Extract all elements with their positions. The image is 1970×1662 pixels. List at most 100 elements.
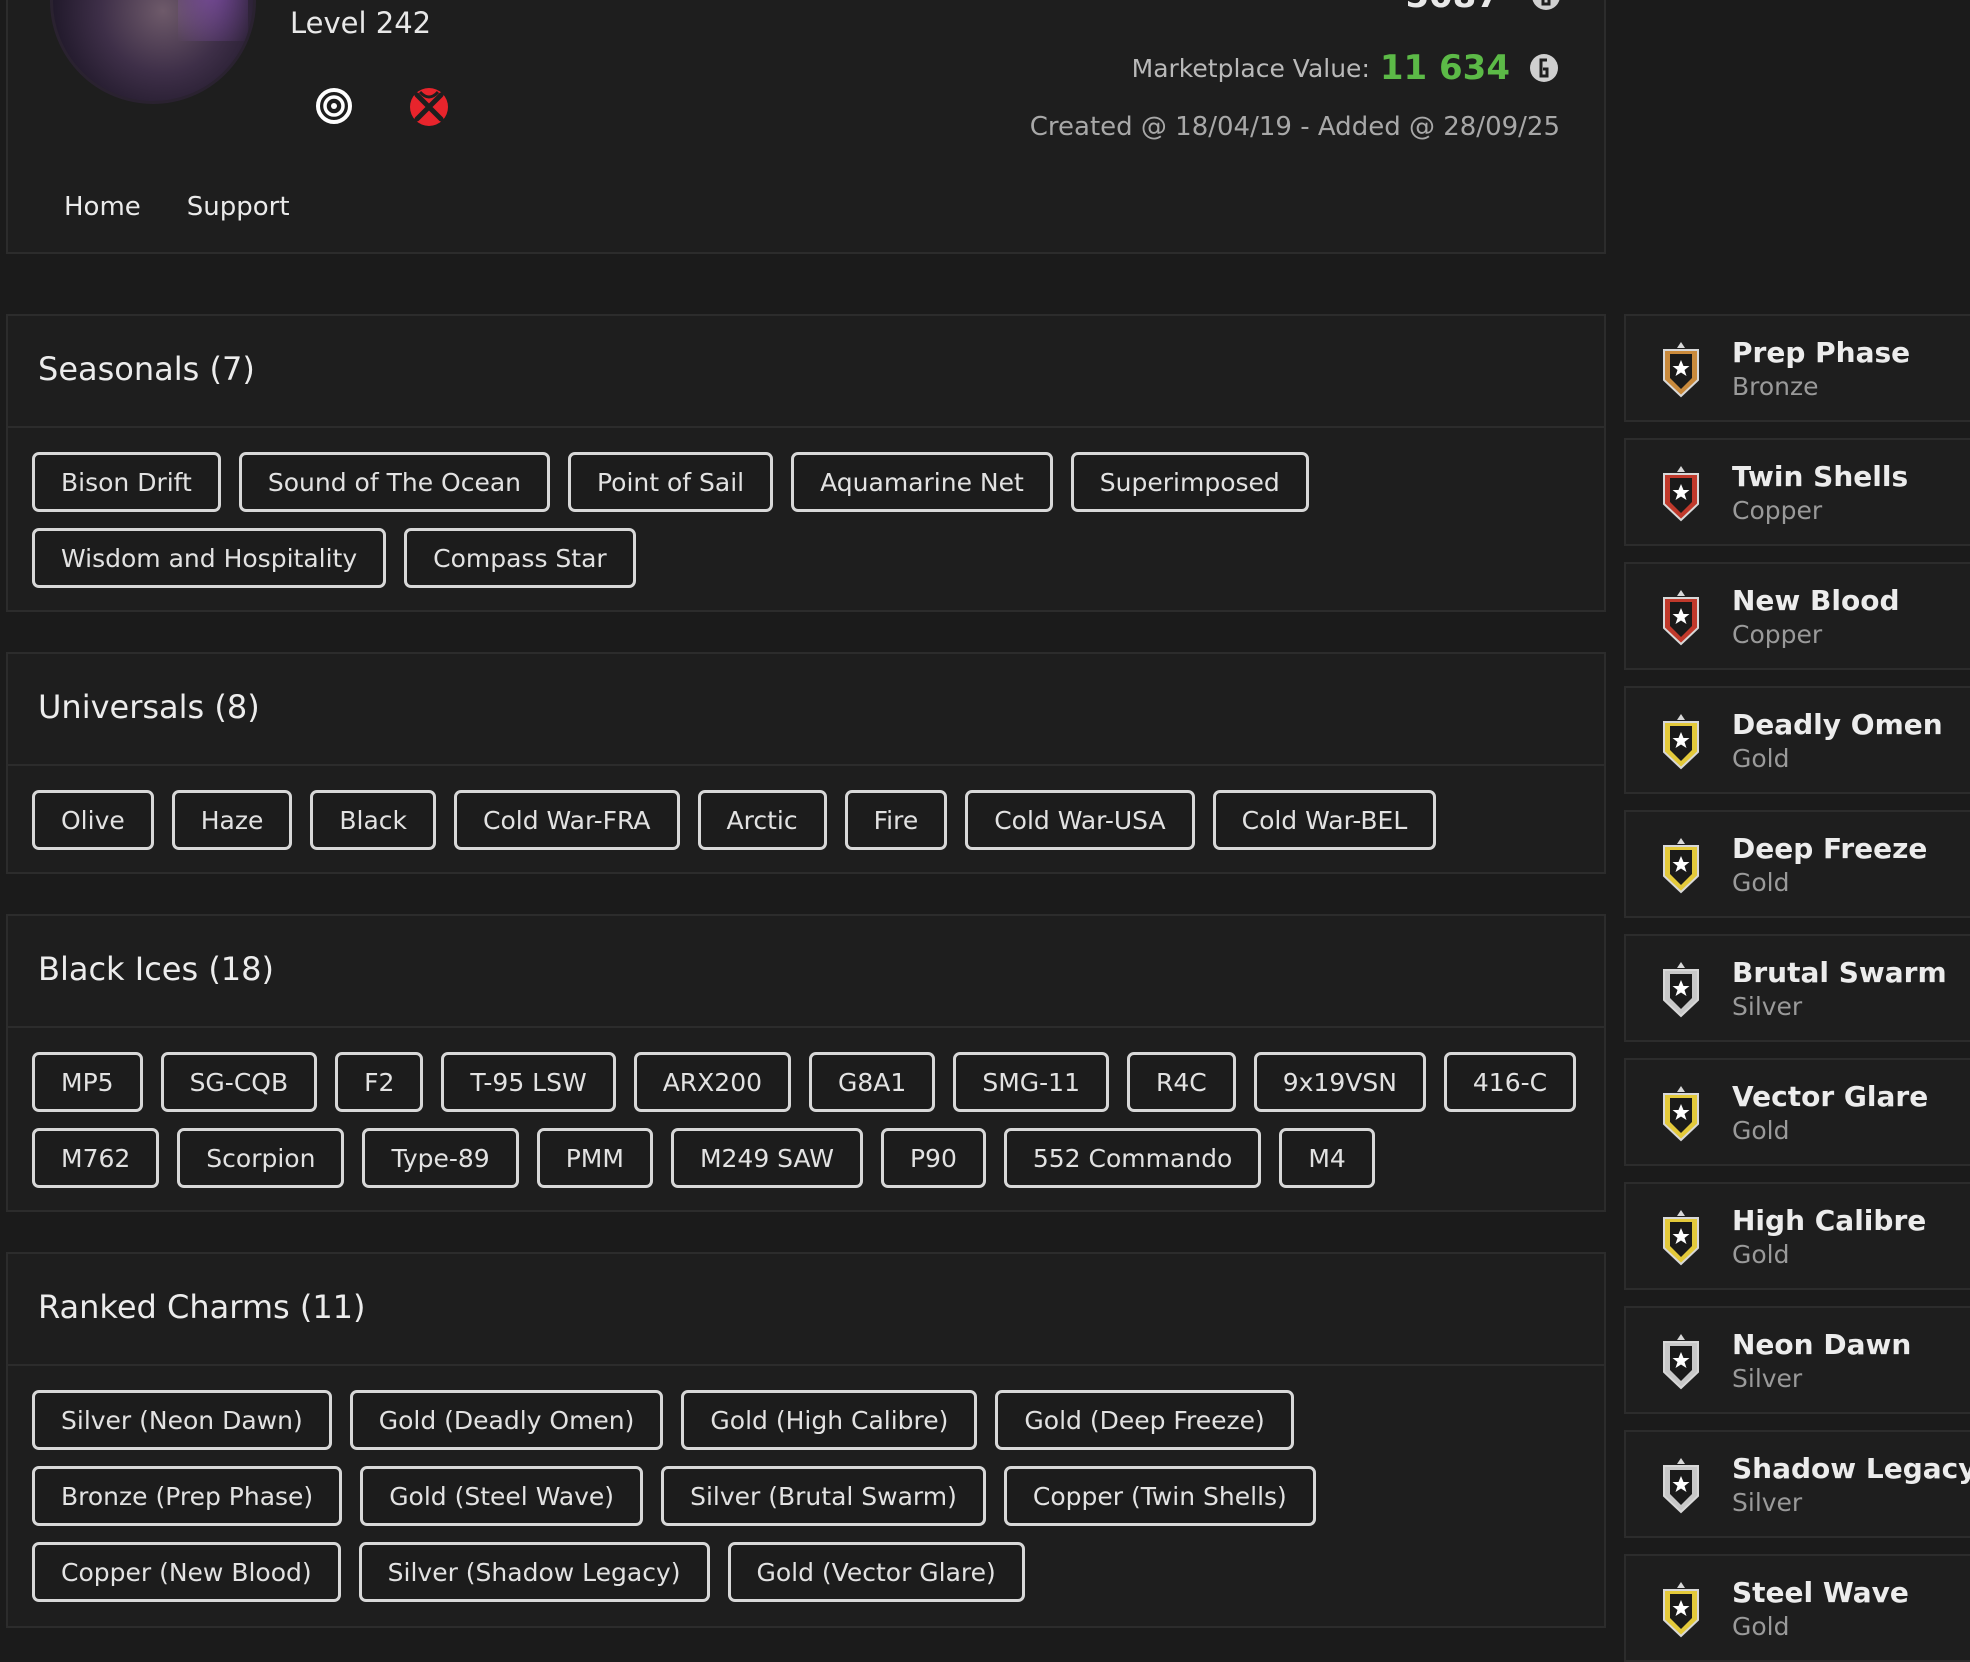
tag-button[interactable]: M762 [32, 1128, 160, 1188]
charm-name: Neon Dawn [1732, 1328, 1912, 1361]
avatar [50, 0, 256, 104]
marketplace-label: Marketplace Value: [1131, 53, 1370, 83]
tag-button[interactable]: Silver (Shadow Legacy) [358, 1542, 710, 1602]
tag-button[interactable]: Black [310, 790, 437, 850]
tag-button[interactable]: P90 [880, 1128, 986, 1188]
price-value: 5087 [1405, 0, 1500, 16]
tag-button[interactable]: R4C [1126, 1052, 1236, 1112]
tag-button[interactable]: Gold (Deep Freeze) [995, 1390, 1294, 1450]
tag-button[interactable]: Fire [844, 790, 948, 850]
tag-button[interactable]: Copper (Twin Shells) [1003, 1466, 1316, 1526]
charm-name: Steel Wave [1732, 1576, 1909, 1609]
tag-button[interactable]: 552 Commando [1003, 1128, 1262, 1188]
black-ices-tag-list: MP5 SG-CQB F2 T-95 LSW ARX200 G8A1 SMG-1… [32, 1052, 1580, 1188]
charm-card[interactable]: Brutal Swarm Silver [1624, 934, 1970, 1042]
tag-button[interactable]: Scorpion [177, 1128, 345, 1188]
charm-card[interactable]: Steel Wave Gold [1624, 1554, 1970, 1662]
nav-support-link[interactable]: Support [187, 192, 290, 222]
charm-tier: Gold [1732, 1612, 1790, 1641]
ubisoft-icon[interactable] [314, 86, 354, 126]
profile-nav: Home Support [64, 192, 290, 222]
charm-name: Vector Glare [1732, 1080, 1929, 1113]
r6-credits-icon [1528, 52, 1560, 84]
section-divider [8, 1364, 1604, 1366]
tag-button[interactable]: Arctic [697, 790, 827, 850]
tag-button[interactable]: 9x19VSN [1253, 1052, 1426, 1112]
tag-button[interactable]: Compass Star [404, 528, 636, 588]
nav-home-link[interactable]: Home [64, 192, 141, 222]
tag-button[interactable]: G8A1 [809, 1052, 936, 1112]
tag-button[interactable]: Wisdom and Hospitality [32, 528, 387, 588]
tag-button[interactable]: Superimposed [1070, 452, 1309, 512]
tag-button[interactable]: M4 [1279, 1128, 1375, 1188]
rank-badge-icon [1656, 836, 1706, 896]
charm-name: Deep Freeze [1732, 832, 1928, 865]
tag-button[interactable]: Gold (High Calibre) [681, 1390, 978, 1450]
tag-button[interactable]: Bison Drift [32, 452, 221, 512]
section-title: Black Ices (18) [38, 950, 274, 988]
marketplace-value: 11 634 [1379, 48, 1510, 88]
r6-credits-icon [1530, 0, 1562, 12]
xbox-icon[interactable] [408, 86, 450, 128]
charm-card[interactable]: Vector Glare Gold [1624, 1058, 1970, 1166]
charm-name: Deadly Omen [1732, 708, 1943, 741]
seasonals-tag-list: Bison Drift Sound of The Ocean Point of … [32, 452, 1580, 588]
rank-badge-icon [1656, 1580, 1706, 1640]
tag-button[interactable]: Haze [171, 790, 293, 850]
tag-button[interactable]: Cold War-USA [965, 790, 1195, 850]
rank-badge-icon [1656, 1332, 1706, 1392]
tag-button[interactable]: Point of Sail [567, 452, 774, 512]
charm-tier: Gold [1732, 868, 1790, 897]
tag-button[interactable]: ARX200 [633, 1052, 792, 1112]
rank-badge-icon [1656, 1208, 1706, 1268]
tag-button[interactable]: Gold (Steel Wave) [360, 1466, 644, 1526]
tag-button[interactable]: M249 SAW [670, 1128, 863, 1188]
tag-button[interactable]: Cold War-BEL [1212, 790, 1437, 850]
charm-tier: Silver [1732, 992, 1803, 1021]
charm-name: Twin Shells [1732, 460, 1909, 493]
tag-button[interactable]: Cold War-FRA [454, 790, 680, 850]
charm-tier: Copper [1732, 496, 1823, 525]
rank-badge-icon [1656, 588, 1706, 648]
tag-button[interactable]: Aquamarine Net [791, 452, 1053, 512]
rank-badge-icon [1656, 1084, 1706, 1144]
tag-button[interactable]: Silver (Brutal Swarm) [661, 1466, 986, 1526]
charm-card[interactable]: Neon Dawn Silver [1624, 1306, 1970, 1414]
tag-button[interactable]: Type-89 [362, 1128, 519, 1188]
charm-tier: Silver [1732, 1488, 1803, 1517]
charm-card[interactable]: New Blood Copper [1624, 562, 1970, 670]
tag-button[interactable]: SG-CQB [160, 1052, 318, 1112]
tag-button[interactable]: Sound of The Ocean [238, 452, 550, 512]
tag-button[interactable]: PMM [536, 1128, 653, 1188]
charm-card[interactable]: Prep Phase Bronze [1624, 314, 1970, 422]
account-dates: Created @ 18/04/19 - Added @ 28/09/25 [1029, 112, 1560, 142]
tag-button[interactable]: 416-C [1443, 1052, 1577, 1112]
black-ices-section: Black Ices (18) MP5 SG-CQB F2 T-95 LSW A… [6, 914, 1606, 1212]
charm-tier: Copper [1732, 620, 1823, 649]
rank-badge-icon [1656, 340, 1706, 400]
charm-card[interactable]: Shadow Legacy Silver [1624, 1430, 1970, 1538]
tag-button[interactable]: SMG-11 [953, 1052, 1109, 1112]
charm-card[interactable]: Deadly Omen Gold [1624, 686, 1970, 794]
charm-card[interactable]: High Calibre Gold [1624, 1182, 1970, 1290]
rank-badge-icon [1656, 960, 1706, 1020]
charm-tier: Gold [1732, 1116, 1790, 1145]
section-title: Ranked Charms (11) [38, 1288, 366, 1326]
charm-card[interactable]: Deep Freeze Gold [1624, 810, 1970, 918]
seasonals-section: Seasonals (7) Bison Drift Sound of The O… [6, 314, 1606, 612]
section-title: Universals (8) [38, 688, 260, 726]
universals-tag-list: Olive Haze Black Cold War-FRA Arctic Fir… [32, 790, 1580, 850]
section-divider [8, 764, 1604, 766]
tag-button[interactable]: Gold (Deadly Omen) [349, 1390, 664, 1450]
tag-button[interactable]: Gold (Vector Glare) [727, 1542, 1025, 1602]
tag-button[interactable]: Silver (Neon Dawn) [32, 1390, 332, 1450]
tag-button[interactable]: T-95 LSW [441, 1052, 616, 1112]
tag-button[interactable]: Bronze (Prep Phase) [32, 1466, 343, 1526]
charm-name: Prep Phase [1732, 336, 1911, 369]
tag-button[interactable]: MP5 [32, 1052, 143, 1112]
tag-button[interactable]: Copper (New Blood) [32, 1542, 341, 1602]
tag-button[interactable]: F2 [335, 1052, 424, 1112]
tag-button[interactable]: Olive [32, 790, 154, 850]
charm-name: New Blood [1732, 584, 1900, 617]
charm-card[interactable]: Twin Shells Copper [1624, 438, 1970, 546]
